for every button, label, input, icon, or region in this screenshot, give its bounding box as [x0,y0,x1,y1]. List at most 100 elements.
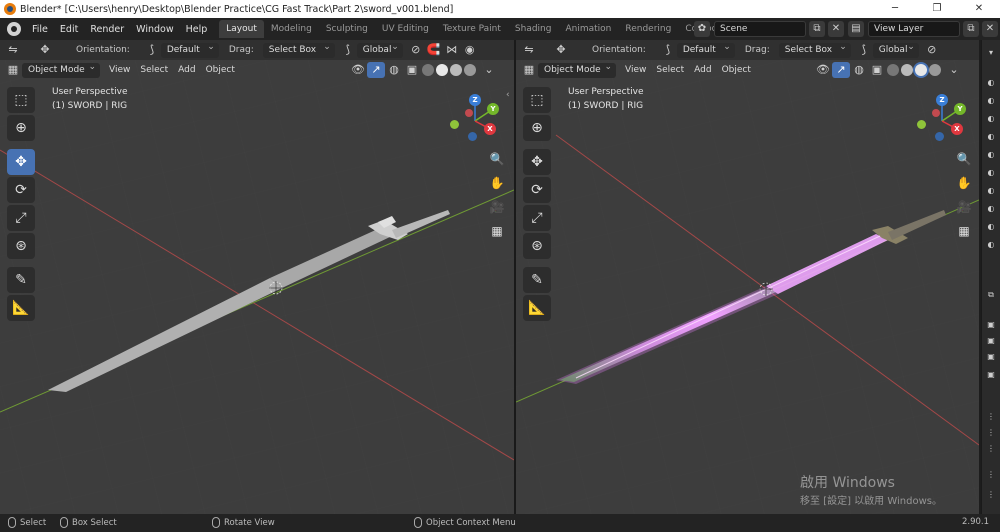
select-tool-icon[interactable]: ⬚ [7,87,35,113]
outliner-row-icon[interactable]: ◐ [985,240,997,252]
xray-icon-right[interactable]: ▣ [868,62,886,78]
cursor-tool-icon-right[interactable]: ⊕ [523,115,551,141]
tab-uv-editing[interactable]: UV Editing [375,20,436,38]
outliner-row-icon[interactable]: ◐ [985,78,997,90]
xray-icon[interactable]: ▣ [403,62,421,78]
transform-tool-icon-right[interactable]: ⊛ [523,233,551,259]
move-gizmo-icon[interactable]: ✥ [36,42,54,58]
measure-tool-icon[interactable]: 📐 [7,295,35,321]
measure-tool-icon-right[interactable]: 📐 [523,295,551,321]
outliner-row-icon[interactable]: ◐ [985,186,997,198]
camera-view-icon-right[interactable]: 🎥 [953,196,975,218]
transform-tool-icon[interactable]: ⊛ [7,233,35,259]
mode-dropdown-right[interactable]: Object Mode [538,60,616,78]
select-menu-right[interactable]: Select [651,65,689,75]
neg-x-axis-button[interactable] [465,109,473,117]
visibility-icon-right[interactable]: 👁 [814,62,832,78]
object-menu[interactable]: Object [201,65,240,75]
rotate-tool-icon[interactable]: ⟳ [7,177,35,203]
add-menu-right[interactable]: Add [689,65,716,75]
pivot-point-icon-right[interactable]: ⊘ [923,42,941,58]
neg-z-axis-button[interactable] [468,132,477,141]
drag-dropdown-right[interactable]: Select Box [778,40,851,58]
select-tool-icon-right[interactable]: ⬚ [523,87,551,113]
rendered-shading-icon-right[interactable] [929,64,941,76]
outliner-row-icon[interactable]: ◐ [985,222,997,234]
view-layer-icon[interactable]: ▤ [848,21,864,37]
outliner-panel-collapsed[interactable]: ▾ ◐ ◐ ◐ ◐ ◐ ◐ ◐ ◐ ◐ ◐ ⧉ ▣ ▣ ▣ ▣ ⋮ ⋮ ⋮ ⋮ … [981,40,1000,514]
transform-orientation-dropdown-right[interactable]: Global [872,40,919,58]
menu-file[interactable]: File [26,24,54,35]
neg-x-axis-button-right[interactable] [932,109,940,117]
drag-dropdown[interactable]: Select Box [262,40,335,58]
rendered-shading-icon[interactable] [464,64,476,76]
tab-texture-paint[interactable]: Texture Paint [436,20,508,38]
shading-options-icon[interactable]: ⌄ [480,62,498,78]
perspective-toggle-icon[interactable]: ▦ [486,220,508,242]
pivot-point-icon[interactable]: ⊘ [407,42,425,58]
tab-animation[interactable]: Animation [558,20,618,38]
move-tool-icon-right[interactable]: ✥ [523,149,551,175]
delete-scene-icon[interactable]: ✕ [828,21,844,37]
annotate-tool-icon-right[interactable]: ✎ [523,267,551,293]
sidebar-toggle-icon[interactable]: ‹ [506,90,510,100]
pan-hand-icon[interactable]: ✋ [486,172,508,194]
zoom-icon[interactable]: 🔍 [486,148,508,170]
y-axis-button-right[interactable]: Y [954,103,966,115]
zoom-icon-right[interactable]: 🔍 [953,148,975,170]
new-scene-icon[interactable]: ⧉ [809,21,825,37]
scene-icon[interactable]: ✿ [694,21,710,37]
move-tool-icon[interactable]: ✥ [7,149,35,175]
editor-type-icon-right[interactable]: ▦ [520,62,538,78]
transform-pivot-icon-right[interactable]: ⇋ [520,42,538,58]
z-axis-button[interactable]: Z [469,94,481,106]
minimize-button[interactable]: ─ [874,0,916,18]
move-gizmo-icon-right[interactable]: ✥ [552,42,570,58]
close-button[interactable]: ✕ [958,0,1000,18]
material-shading-icon[interactable] [450,64,462,76]
orientation-dropdown-right[interactable]: Default [676,40,735,58]
snap-icon[interactable]: 🧲 [425,42,443,58]
z-axis-button-right[interactable]: Z [936,94,948,106]
object-menu-right[interactable]: Object [717,65,756,75]
view-menu[interactable]: View [104,65,135,75]
material-shading-icon-right[interactable] [915,64,927,76]
neg-y-axis-button[interactable] [450,120,459,129]
properties-tab-icon[interactable]: ▣ [985,370,997,382]
snap-increment-icon[interactable]: ⋈ [443,42,461,58]
wireframe-shading-icon[interactable] [422,64,434,76]
transform-orientation-dropdown[interactable]: Global [356,40,403,58]
properties-tab-icon[interactable]: ⧉ [985,290,997,302]
scene-field[interactable]: Scene [714,21,806,37]
properties-tab-icon[interactable]: ▣ [985,320,997,332]
properties-tab-icon[interactable]: ▣ [985,352,997,364]
navigation-gizmo-right[interactable]: Z Y X [914,90,974,150]
scale-tool-icon[interactable]: ⤢ [7,205,35,231]
scale-tool-icon-right[interactable]: ⤢ [523,205,551,231]
properties-tab-icon[interactable]: ⋮ [985,428,997,440]
tab-layout[interactable]: Layout [219,20,264,38]
select-menu[interactable]: Select [135,65,173,75]
properties-tab-icon[interactable]: ⋮ [985,470,997,482]
blender-menu-icon[interactable] [7,22,21,36]
editor-type-icon[interactable]: ▦ [4,62,22,78]
outliner-row-icon[interactable]: ◐ [985,96,997,108]
rotate-tool-icon-right[interactable]: ⟳ [523,177,551,203]
outliner-row-icon[interactable]: ◐ [985,168,997,180]
x-axis-button[interactable]: X [484,123,496,135]
neg-z-axis-button-right[interactable] [935,132,944,141]
menu-help[interactable]: Help [180,24,214,35]
cursor-tool-icon[interactable]: ⊕ [7,115,35,141]
outliner-filter-icon[interactable]: ▾ [985,48,997,60]
viewport-left[interactable]: ⇋ ✥ Orientation: ⟆ Default Drag: Select … [0,40,514,514]
properties-tab-icon[interactable]: ⋮ [985,412,997,424]
maximize-button[interactable]: ❐ [916,0,958,18]
mode-dropdown[interactable]: Object Mode [22,60,100,78]
perspective-toggle-icon-right[interactable]: ▦ [953,220,975,242]
outliner-row-icon[interactable]: ◐ [985,114,997,126]
outliner-row-icon[interactable]: ◐ [985,204,997,216]
y-axis-button[interactable]: Y [487,103,499,115]
tab-shading[interactable]: Shading [508,20,559,38]
annotate-tool-icon[interactable]: ✎ [7,267,35,293]
overlays-icon-right[interactable]: ◍ [850,62,868,78]
